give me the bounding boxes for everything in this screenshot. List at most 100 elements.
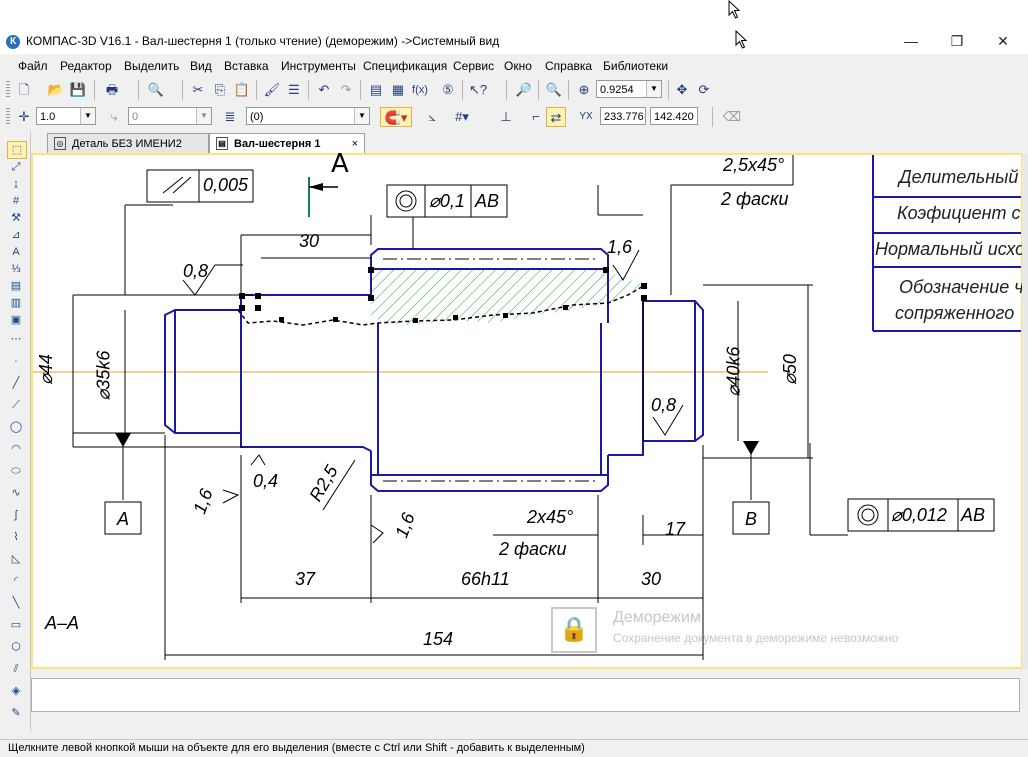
angle-field[interactable]: 0 ▼ (128, 107, 212, 125)
bezier-icon[interactable]: ʃ (7, 507, 25, 523)
constraint-icon[interactable]: ⅓ (7, 261, 25, 277)
properties-panel[interactable] (31, 678, 1020, 712)
section-label: А–А (45, 613, 80, 633)
scale-field[interactable]: 1.0 ▼ (36, 107, 96, 125)
save-icon[interactable]: 💾 (68, 80, 88, 100)
layers-icon[interactable]: ≣ (220, 107, 240, 127)
coordinate-system-icon[interactable]: ⊥ (496, 107, 516, 127)
segment-icon[interactable]: ╱ (7, 375, 25, 391)
angle-icon[interactable]: ⤷ (104, 107, 124, 127)
copy-icon[interactable]: ⎘ (210, 80, 230, 100)
report-icon[interactable]: ▥ (7, 295, 25, 311)
dia-44: ⌀44 (35, 354, 56, 385)
coord-y-field[interactable]: 142.420 (650, 107, 698, 125)
close-button[interactable]: ✕ (980, 30, 1026, 52)
dimension-icon[interactable]: ↨ (7, 176, 25, 192)
variables-icon[interactable]: ▦ (388, 80, 408, 100)
drag-handle-icon[interactable]: ⋯ (7, 331, 25, 347)
snap-magnet-icon[interactable]: 🧲▾ (380, 107, 412, 127)
menu-select[interactable]: Выделить (124, 59, 179, 73)
roughness-08-left: 0,8 (183, 261, 209, 281)
local-cs-icon[interactable]: ✛ (14, 107, 34, 127)
orthogonal-icon[interactable]: ⦣ (422, 107, 442, 127)
measure-icon[interactable]: A (7, 244, 25, 260)
manager-icon[interactable]: ▤ (366, 80, 386, 100)
toolbar-grip[interactable] (6, 108, 10, 126)
fillet-icon[interactable]: ◜ (7, 573, 25, 589)
zoom-all-icon[interactable]: 🔍 (544, 80, 564, 100)
shaft-drawing[interactable] (33, 155, 1021, 667)
chamfer-icon[interactable]: ◺ (7, 551, 25, 567)
ellipse-icon[interactable]: ⬭ (7, 463, 25, 479)
spline-icon[interactable]: ∿ (7, 485, 25, 501)
parametric-icon[interactable]: ⇄ (546, 107, 566, 127)
tab-part-unnamed[interactable]: ◎ Деталь БЕЗ ИМЕНИ2 (47, 133, 209, 153)
maximize-button[interactable]: ❐ (934, 30, 980, 52)
geometry-icon[interactable]: ⤢ (7, 159, 25, 175)
polygon-icon[interactable]: ⬡ (7, 639, 25, 655)
polyline-icon[interactable]: ⌇ (7, 529, 25, 545)
layer-field[interactable]: (0) ▼ (246, 107, 370, 125)
menu-insert[interactable]: Вставка (224, 59, 269, 73)
menu-tools[interactable]: Инструменты (281, 59, 356, 73)
format-brush-icon[interactable]: 🖌 (262, 80, 282, 100)
chevron-down-icon[interactable]: ▼ (80, 108, 95, 124)
zoom-window-icon[interactable]: 🔎 (514, 80, 534, 100)
menu-file[interactable]: Файл (18, 59, 48, 73)
refresh-icon[interactable]: ⟳ (694, 80, 714, 100)
grid-icon[interactable]: #▾ (452, 107, 472, 127)
chevron-down-icon[interactable]: ▼ (646, 81, 661, 97)
point-icon[interactable]: · (7, 353, 25, 369)
disabled-tool-icon[interactable]: ⌫ (722, 107, 742, 127)
undo-icon[interactable]: ↶ (314, 80, 334, 100)
function-icon[interactable]: f(x) (410, 80, 430, 100)
menu-specification[interactable]: Спецификация (363, 59, 447, 73)
menu-libraries[interactable]: Библиотеки (603, 59, 668, 73)
drawing-area[interactable]: A 0,005 ⌀0,1 АВ ⌀0,012 АВ А В 30 0,8 1,6… (31, 149, 1028, 669)
rectangle-icon[interactable]: ▭ (7, 617, 25, 633)
new-document-icon[interactable]: 🗋 (14, 80, 34, 100)
calculator-icon[interactable]: ⑤ (438, 80, 458, 100)
paste-icon[interactable]: 📋 (232, 80, 252, 100)
collection-icon[interactable]: ◈ (7, 683, 25, 699)
menu-view[interactable]: Вид (190, 59, 212, 73)
spec-icon[interactable]: ▤ (7, 278, 25, 294)
coord-x-field[interactable]: 233.776 (600, 107, 646, 125)
drawing-icon: ▤ (216, 137, 228, 150)
zoom-in-icon[interactable]: ⊕ (574, 80, 594, 100)
redo-icon[interactable]: ↷ (336, 80, 356, 100)
properties-icon[interactable]: ☰ (284, 80, 304, 100)
menu-help[interactable]: Справка (545, 59, 592, 73)
round-icon[interactable]: ⌐ (526, 107, 546, 127)
minimize-button[interactable]: — (888, 30, 934, 52)
parameter-icon[interactable]: ⊿ (7, 227, 25, 243)
close-tab-icon[interactable]: × (352, 134, 358, 154)
circle-icon[interactable]: ◯ (7, 419, 25, 435)
cut-icon[interactable]: ✂ (188, 80, 208, 100)
arc-icon[interactable]: ◠ (7, 441, 25, 457)
zoom-scale-field[interactable]: 0.9254 ▼ (596, 80, 662, 98)
fill-icon[interactable]: ✎ (7, 705, 25, 721)
library-icon[interactable]: ▣ (7, 312, 25, 328)
contour-icon[interactable]: ╲ (7, 595, 25, 611)
toolbar-grip[interactable] (6, 81, 10, 99)
menu-service[interactable]: Сервис (453, 59, 494, 73)
pan-icon[interactable]: ✥ (672, 80, 692, 100)
vertical-scrollbar[interactable] (1022, 153, 1028, 669)
equidistant-icon[interactable]: ⫽ (7, 661, 25, 677)
chevron-down-icon[interactable]: ▼ (354, 108, 369, 124)
print-icon[interactable]: 🖶 (102, 80, 122, 100)
menu-editor[interactable]: Редактор (60, 59, 112, 73)
roughness-08-right: 0,8 (651, 395, 677, 415)
hatch-icon[interactable]: # (7, 193, 25, 209)
menu-window[interactable]: Окно (504, 59, 532, 73)
open-folder-icon[interactable]: 📂 (46, 80, 66, 100)
select-icon[interactable]: ⬚ (7, 141, 27, 159)
kompas-logo-icon: К (6, 35, 20, 49)
print-preview-icon[interactable]: 🔍 (146, 80, 166, 100)
edit-icon[interactable]: ⚒ (7, 210, 25, 226)
aux-line-icon[interactable]: ⟋ (7, 397, 25, 413)
view-label: A (331, 149, 349, 179)
help-pointer-icon[interactable]: ↖? (468, 80, 488, 100)
chevron-down-icon[interactable]: ▼ (196, 108, 211, 124)
